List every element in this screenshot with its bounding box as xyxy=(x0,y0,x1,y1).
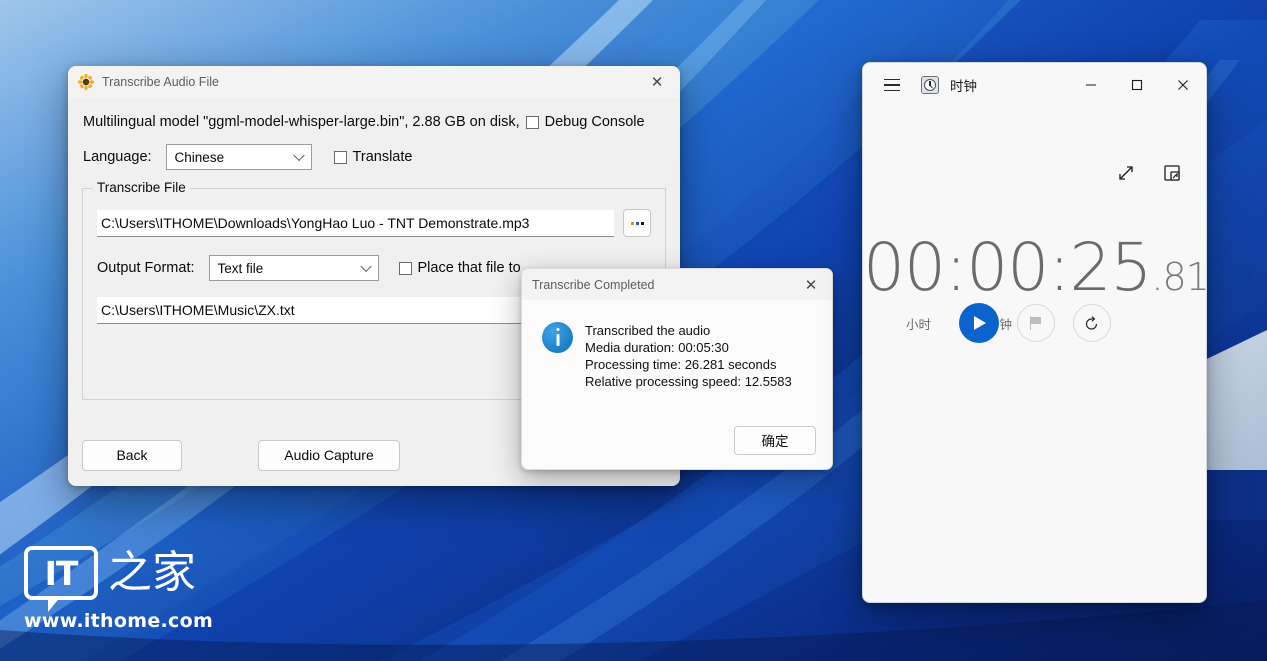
dialog-titlebar[interactable]: Transcribe Completed ✕ xyxy=(522,269,832,300)
stopwatch-time-main: 00:00:25 xyxy=(863,229,1151,306)
close-icon[interactable] xyxy=(1160,63,1206,107)
transcribe-completed-dialog: Transcribe Completed ✕ Transcribed the a… xyxy=(521,268,833,470)
language-value: Chinese xyxy=(175,150,225,165)
window-controls xyxy=(1068,63,1206,107)
back-button[interactable]: Back xyxy=(82,440,182,471)
checkbox-box xyxy=(334,151,347,164)
info-dot xyxy=(556,328,559,331)
minimize-icon[interactable] xyxy=(1068,63,1114,107)
watermark-url: www.ithome.com xyxy=(24,610,213,632)
watermark-logo-cn: 之家 xyxy=(108,548,196,598)
dialog-footer: 确定 xyxy=(522,411,832,469)
clock-app-title: 时钟 xyxy=(950,75,977,95)
maximize-icon[interactable] xyxy=(1114,63,1160,107)
audio-capture-button[interactable]: Audio Capture xyxy=(258,440,400,471)
language-row: Language: Chinese Translate xyxy=(82,144,666,170)
stopwatch-controls xyxy=(863,303,1206,343)
place-file-checkbox[interactable]: Place that file to xyxy=(399,260,521,276)
ithome-watermark: IT 之家 www.ithome.com xyxy=(24,546,213,632)
browse-button[interactable] xyxy=(623,209,651,237)
desktop: Transcribe Audio File ✕ Multilingual mod… xyxy=(0,0,1267,661)
dialog-message: Transcribed the audio Media duration: 00… xyxy=(585,322,792,390)
debug-console-label: Debug Console xyxy=(545,114,645,130)
compact-overlay-icon[interactable] xyxy=(1162,163,1184,185)
watermark-logo-text: IT xyxy=(24,546,98,600)
stopwatch-time-fraction: .81 xyxy=(1151,255,1207,299)
message-line-2: Media duration: 00:05:30 xyxy=(585,339,792,356)
close-icon[interactable]: ✕ xyxy=(634,66,680,98)
message-line-4: Relative processing speed: 12.5583 xyxy=(585,373,792,390)
stopwatch-time: 00:00:25.81 xyxy=(863,235,1206,310)
dot-1 xyxy=(631,222,634,225)
model-info-row: Multilingual model "ggml-model-whisper-l… xyxy=(82,114,666,130)
output-format-select[interactable]: Text file xyxy=(209,255,379,281)
debug-console-checkbox[interactable]: Debug Console xyxy=(526,114,645,130)
expand-arrow-icon[interactable] xyxy=(1116,163,1138,185)
reset-icon xyxy=(1083,315,1100,332)
watermark-logo: IT 之家 xyxy=(24,546,213,600)
chevron-down-icon xyxy=(360,261,371,272)
checkbox-box xyxy=(526,116,539,129)
clock-app-window: 时钟 xyxy=(862,62,1207,603)
translate-checkbox[interactable]: Translate xyxy=(334,149,413,165)
language-select[interactable]: Chinese xyxy=(166,144,312,170)
flag-icon xyxy=(1029,316,1043,330)
language-label: Language: xyxy=(83,149,152,165)
reset-button[interactable] xyxy=(1073,304,1111,342)
clock-icon xyxy=(921,76,939,94)
checkbox-box xyxy=(399,262,412,275)
input-file-path-field[interactable]: C:\Users\ITHOME\Downloads\YongHao Luo - … xyxy=(97,210,614,237)
hamburger-icon[interactable] xyxy=(873,70,911,100)
input-path-row: C:\Users\ITHOME\Downloads\YongHao Luo - … xyxy=(97,209,651,237)
output-format-value: Text file xyxy=(218,261,264,276)
info-stem xyxy=(556,334,559,346)
clock-titlebar[interactable]: 时钟 xyxy=(863,63,1206,107)
dialog-title: Transcribe Completed xyxy=(532,278,655,292)
message-line-3: Processing time: 26.281 seconds xyxy=(585,356,792,373)
clock-view-icons xyxy=(1116,163,1184,185)
info-icon xyxy=(542,322,573,353)
close-icon[interactable]: ✕ xyxy=(790,269,832,300)
transcribe-window-title: Transcribe Audio File xyxy=(102,75,219,89)
play-button[interactable] xyxy=(959,303,999,343)
lap-flag-button[interactable] xyxy=(1017,304,1055,342)
translate-label: Translate xyxy=(353,149,413,165)
dot-2 xyxy=(636,222,639,225)
place-file-label: Place that file to xyxy=(418,260,521,276)
play-icon xyxy=(974,316,986,330)
chevron-down-icon xyxy=(293,150,304,161)
sunflower-icon xyxy=(78,74,94,90)
transcribe-file-legend: Transcribe File xyxy=(93,180,190,195)
dialog-content: Transcribed the audio Media duration: 00… xyxy=(522,300,832,390)
dot-3 xyxy=(641,222,644,225)
model-info-text: Multilingual model "ggml-model-whisper-l… xyxy=(83,114,520,130)
message-line-1: Transcribed the audio xyxy=(585,322,792,339)
ok-button[interactable]: 确定 xyxy=(734,426,816,455)
transcribe-window-titlebar[interactable]: Transcribe Audio File ✕ xyxy=(68,66,680,98)
output-format-label: Output Format: xyxy=(97,260,195,276)
